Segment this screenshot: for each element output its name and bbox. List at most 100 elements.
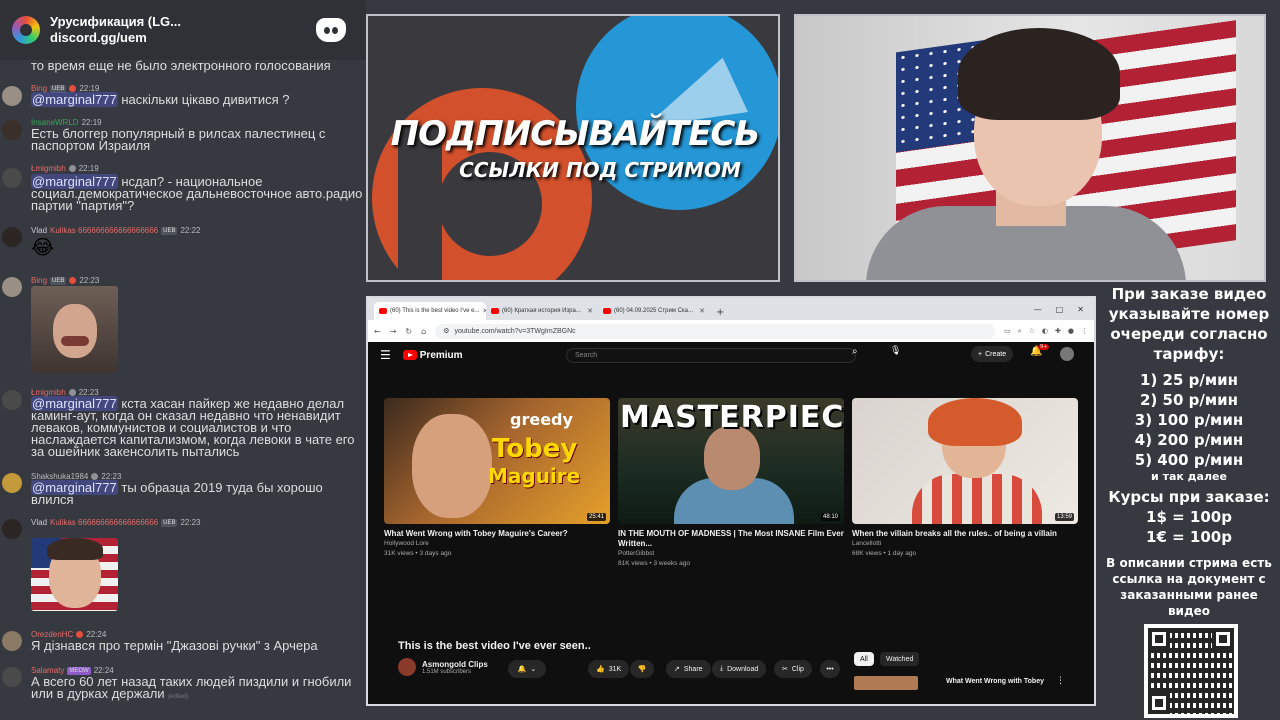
rate-item: 1$ = 100р	[1146, 508, 1232, 526]
download-button[interactable]: ⤓ Download	[712, 660, 767, 678]
cast-icon[interactable]: ▭	[1004, 327, 1011, 336]
avatar[interactable]	[2, 631, 22, 651]
subscribe-bell-button[interactable]: 🔔 ⌄	[508, 660, 546, 678]
maximize-icon[interactable]: □	[1056, 305, 1064, 314]
browser-tab[interactable]: (60) Краткая история Изра... ✕	[486, 302, 598, 320]
filter-chip-watched[interactable]: Watched	[880, 652, 920, 666]
video-title[interactable]: When the villain breaks all the rules.. …	[852, 529, 1078, 539]
video-title[interactable]: IN THE MOUTH OF MADNESS | The Most INSAN…	[618, 529, 844, 549]
avatar[interactable]	[2, 120, 22, 140]
home-icon[interactable]: ⌂	[421, 327, 426, 336]
extension-icon[interactable]: ◐	[1042, 327, 1048, 336]
status-dot-icon	[91, 473, 99, 480]
browser-tab[interactable]: (60) This is the best video I've e...✕	[374, 302, 486, 320]
username[interactable]: Vlad	[31, 226, 47, 235]
next-video-thumbnail[interactable]	[854, 676, 918, 690]
channel-name[interactable]: Asmongold Clips	[422, 660, 488, 669]
site-info-icon[interactable]: ⚙	[443, 327, 449, 335]
thumbnail-text: Maguire	[488, 464, 581, 488]
server-logo-icon	[12, 16, 40, 44]
server-invite-link[interactable]: discord.gg/uem	[50, 30, 316, 46]
message-meta: Łmigmibh 22:19	[31, 164, 99, 173]
subscribe-banner: ПОДПИСЫВАЙТЕСЬ ССЫЛКИ ПОД СТРИМОМ	[366, 14, 780, 282]
more-actions-button[interactable]: •••	[820, 660, 840, 678]
forward-icon[interactable]: →	[390, 327, 397, 336]
qr-code[interactable]	[1144, 624, 1238, 718]
video-thumbnail[interactable]: MASTERPIECE 48:10	[618, 398, 844, 524]
video-thumbnail[interactable]: greedy Tobey Maguire 25:41	[384, 398, 610, 524]
video-thumbnail[interactable]: 13:59	[852, 398, 1078, 524]
microphone-icon[interactable]: 🎙	[890, 346, 901, 356]
puzzle-icon[interactable]: ✚	[1055, 327, 1061, 336]
avatar[interactable]	[2, 667, 22, 687]
channel-info: Asmongold Clips 1.51M subscribers	[422, 660, 488, 675]
avatar[interactable]	[2, 86, 22, 106]
close-icon[interactable]: ✕	[587, 307, 593, 315]
thumbnail-text: Tobey	[492, 434, 578, 464]
video-channel[interactable]: PotterGibbst	[618, 549, 844, 559]
filter-chip-all[interactable]: All	[854, 652, 874, 666]
share-button[interactable]: ↗ Share	[666, 660, 711, 678]
video-card[interactable]: MASTERPIECE 48:10 IN THE MOUTH OF MADNES…	[618, 398, 844, 569]
youtube-search-input[interactable]: Search	[566, 348, 856, 363]
channel-row: Asmongold Clips 1.51M subscribers	[398, 658, 488, 676]
video-meta: 68K views • 1 day ago	[852, 550, 917, 557]
new-tab-icon[interactable]: +	[710, 307, 730, 320]
tariff-item: 3) 100 р/мин	[1134, 411, 1244, 429]
zoom-icon[interactable]: ⌕	[1018, 327, 1022, 336]
avatar[interactable]	[2, 390, 22, 410]
username[interactable]: Vlad	[31, 518, 47, 527]
hamburger-menu-icon[interactable]: ☰	[380, 348, 391, 362]
video-card[interactable]: 13:59 When the villain breaks all the ru…	[852, 398, 1078, 559]
close-icon[interactable]: ✕	[699, 307, 705, 315]
username[interactable]: Bing	[31, 276, 47, 285]
back-icon[interactable]: ←	[374, 327, 381, 336]
message-text: @marginal777 ты образца 2019 туда бы хор…	[31, 480, 366, 506]
username-suffix: Kulikas 666666666666666666	[50, 226, 159, 235]
selfie-photo[interactable]	[31, 286, 118, 373]
create-button[interactable]: + Create	[971, 346, 1014, 362]
menu-dots-icon[interactable]: ⋮	[1081, 327, 1088, 336]
browser-tab[interactable]: (60) 04.09.2025 Стрим Ска... ✕	[598, 302, 710, 320]
video-card[interactable]: greedy Tobey Maguire 25:41 What Went Wro…	[384, 398, 610, 559]
minimize-icon[interactable]: —	[1034, 305, 1042, 314]
like-button[interactable]: 👍 31K	[588, 660, 630, 678]
reload-icon[interactable]: ↻	[405, 327, 412, 336]
rates-title: Курсы при заказе:	[1108, 488, 1270, 506]
channel-avatar[interactable]	[398, 658, 416, 676]
download-icon: ⤓	[720, 665, 724, 672]
youtube-logo[interactable]: Premium	[402, 349, 463, 361]
like-count: 31K	[608, 665, 622, 673]
avatar[interactable]	[2, 519, 22, 539]
window-close-icon[interactable]: ✕	[1077, 305, 1084, 314]
thumbnail-body	[912, 474, 1042, 524]
avatar[interactable]	[2, 277, 22, 297]
video-channel[interactable]: Hollywood Lore	[384, 539, 610, 549]
discord-server-header[interactable]: Урусификация (LG... discord.gg/uem	[0, 0, 366, 60]
laughing-emoji: 😂	[31, 235, 55, 259]
message-text: то время еще не было электронного голосо…	[31, 58, 331, 73]
username[interactable]: Łmigmibh	[31, 164, 66, 173]
profile-icon[interactable]: ●	[1068, 327, 1074, 336]
server-name: Урусификация (LG...	[50, 14, 181, 29]
avatar[interactable]	[2, 473, 22, 493]
tariff-item: 4) 200 р/мин	[1134, 431, 1244, 449]
next-video-title[interactable]: What Went Wrong with Tobey	[946, 678, 1044, 685]
youtube-logo-text: Premium	[419, 349, 463, 361]
bookmark-star-icon[interactable]: ☆	[1029, 327, 1035, 336]
account-avatar[interactable]	[1060, 347, 1074, 361]
flag-selfie-photo[interactable]	[31, 538, 118, 611]
clip-button[interactable]: ✂ Clip	[774, 660, 812, 678]
message-meta: Bing UEB 22:23	[31, 276, 99, 285]
dislike-button[interactable]: 👎	[630, 660, 654, 678]
user-mention[interactable]: @marginal777	[31, 92, 118, 107]
video-title[interactable]: What Went Wrong with Tobey Maguire's Car…	[384, 529, 610, 539]
url-field[interactable]: ⚙ youtube.com/watch?v=3TWgImZBGNc	[435, 323, 996, 339]
streamer-hair	[958, 28, 1120, 120]
video-channel[interactable]: Lancellotti	[852, 539, 1078, 549]
extensions-bar: ▭ ⌕ ☆ ◐ ✚ ● ⋮	[1004, 327, 1088, 336]
more-vert-icon[interactable]: ⋮	[1056, 676, 1065, 686]
avatar[interactable]	[2, 227, 22, 247]
avatar[interactable]	[2, 168, 22, 188]
search-icon[interactable]: ⌕	[852, 346, 858, 357]
